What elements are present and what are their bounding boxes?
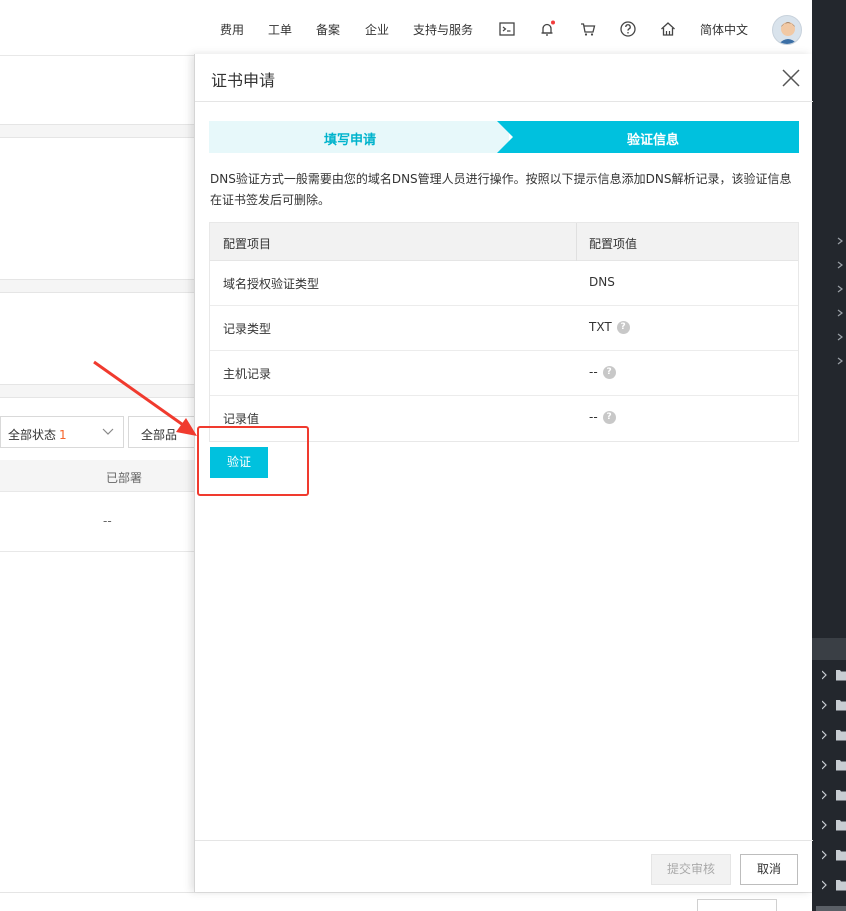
table-row: 记录类型 TXT? [210,306,798,351]
home-icon[interactable] [659,20,677,38]
chevron-right-icon[interactable] [836,357,844,365]
product-filter-select[interactable]: 全部品 [128,416,198,448]
nav-item-filing[interactable]: 备案 [316,21,340,38]
status-filter-label: 全部状态 [8,428,57,442]
close-icon[interactable] [781,68,801,88]
folder-row-icon[interactable] [822,729,846,741]
bell-icon[interactable] [538,20,556,38]
folder-row-icon[interactable] [822,669,846,681]
folder-row-icon[interactable] [822,819,846,831]
chevron-right-icon[interactable] [836,285,844,293]
dns-verify-description: DNS验证方式一般需要由您的域名DNS管理人员进行操作。按照以下提示信息添加DN… [210,172,792,207]
table-row: -- [0,492,195,552]
config-item-name: 记录类型 [223,322,272,336]
column-config-value: 配置项值 [589,237,638,251]
folder-row-icon[interactable] [822,879,846,891]
config-item-name: 主机记录 [223,367,272,381]
cell-deployed: -- [103,514,112,528]
table-row: 域名授权验证类型 DNS [210,261,798,306]
config-item-value: -- [589,410,598,424]
chevron-down-icon [102,428,114,435]
config-item-value: -- [589,365,598,379]
submit-review-button[interactable]: 提交审核 [651,854,731,885]
side-panel-scrollbar[interactable] [816,906,846,911]
side-panel-header [812,638,846,660]
chevron-right-icon[interactable] [836,333,844,341]
step-progress: 填写申请 验证信息 [209,121,799,153]
chevron-right-icon[interactable] [836,261,844,269]
footer-button[interactable] [697,899,777,911]
config-item-value: TXT [589,320,612,334]
config-item-name: 域名授权验证类型 [223,277,320,291]
column-deployed: 已部署 [106,471,143,485]
config-item-value: DNS [589,275,615,289]
background-section-divider [0,279,195,293]
question-icon[interactable]: ? [602,365,616,379]
cancel-button[interactable]: 取消 [740,854,798,885]
folder-row-icon[interactable] [822,759,846,771]
nav-item-enterprise[interactable]: 企业 [365,21,389,38]
nav-item-tickets[interactable]: 工单 [268,21,292,38]
product-filter-label: 全部品 [141,428,178,442]
folder-row-icon[interactable] [822,849,846,861]
drawer-title: 证书申请 [211,71,276,90]
background-table-header: 已部署 [0,460,195,492]
side-panel [812,0,846,911]
verify-button[interactable]: 验证 [210,447,268,478]
folder-row-icon[interactable] [822,789,846,801]
avatar[interactable] [772,15,802,45]
status-filter-count: 1 [59,428,67,442]
top-navbar: 费用 工单 备案 企业 支持与服务 简体中文 [0,0,812,56]
dns-config-table: 配置项目 配置项值 域名授权验证类型 DNS 记录类型 TXT? 主机记录 --… [209,222,799,442]
question-icon[interactable]: ? [616,320,630,334]
user-avatar-icon [778,22,798,44]
certificate-apply-drawer: 证书申请 填写申请 验证信息 DNS验证方式一般需要由您的域名DNS管理人员进行… [194,54,813,892]
chevron-right-icon[interactable] [836,309,844,317]
page-footer [0,892,812,911]
step-label: 验证信息 [627,133,680,148]
nav-item-support[interactable]: 支持与服务 [413,21,473,38]
background-section-divider [0,124,195,138]
step-verify-info-label-wrap: 验证信息 [497,121,799,153]
step-fill-application: 填写申请 [209,121,509,153]
cart-icon[interactable] [579,20,597,38]
drawer-header: 证书申请 [195,54,813,102]
table-row: 记录值 --? [210,396,798,441]
question-icon[interactable]: ? [602,410,616,424]
table-row: 主机记录 --? [210,351,798,396]
chevron-right-icon[interactable] [836,237,844,245]
drawer-footer: 提交审核 取消 [195,840,813,892]
background-section-divider [0,384,195,398]
column-config-item: 配置项目 [223,237,272,251]
folder-row-icon[interactable] [822,699,846,711]
language-switch[interactable]: 简体中文 [700,21,748,38]
terminal-icon[interactable] [498,20,516,38]
table-header: 配置项目 配置项值 [210,223,798,261]
status-filter-select[interactable]: 全部状态 1 [0,416,124,448]
step-label: 填写申请 [324,133,377,148]
config-item-name: 记录值 [223,412,260,426]
nav-item-billing[interactable]: 费用 [220,21,244,38]
help-circle-icon[interactable] [619,20,637,38]
